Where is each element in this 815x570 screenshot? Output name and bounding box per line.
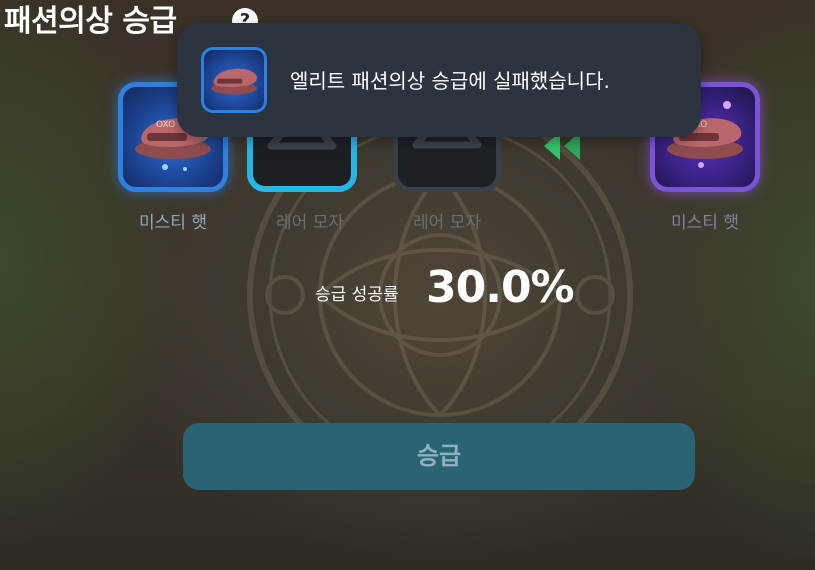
success-rate-label: 승급 성공률 — [315, 285, 399, 305]
hat-icon — [211, 68, 257, 95]
failure-toast: 엘리트 패션의상 승급에 실패했습니다. — [177, 23, 701, 137]
slot-label-material-2: 레어 모자 — [413, 213, 481, 233]
slot-label-material-1: 레어 모자 — [276, 213, 344, 233]
toast-item-frame — [201, 47, 267, 113]
upgrade-button[interactable]: 승급 — [183, 423, 695, 490]
slot-label-result: 미스티 햇 — [671, 213, 739, 233]
toast-message: 엘리트 패션의상 승급에 실패했습니다. — [290, 69, 610, 93]
page-title: 패션의상 승급 — [4, 4, 177, 39]
success-rate-value: 30.0% — [426, 262, 575, 313]
slot-label-source: 미스티 햇 — [139, 213, 207, 233]
svg-text:OXO: OXO — [156, 120, 175, 130]
